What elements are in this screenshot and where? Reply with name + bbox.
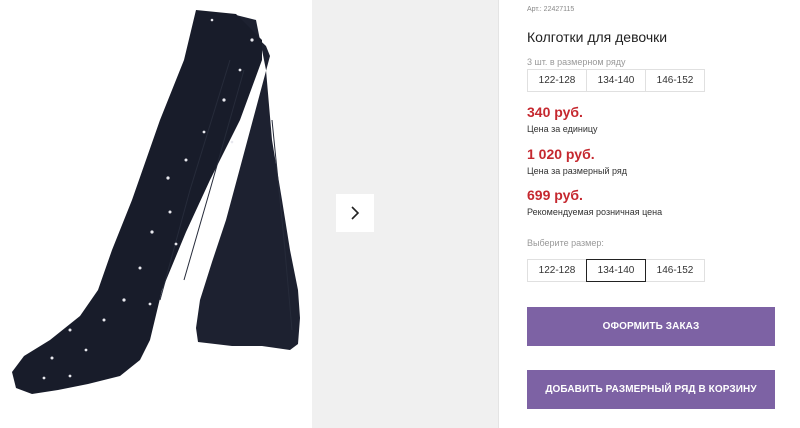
pack-size: 134-140 xyxy=(586,69,646,92)
product-image xyxy=(12,10,300,394)
product-title: Колготки для девочки xyxy=(527,29,668,45)
unit-price-label: Цена за единицу xyxy=(527,124,598,134)
size-select-label: Выберите размер: xyxy=(527,238,604,248)
add-pack-to-cart-button[interactable]: ДОБАВИТЬ РАЗМЕРНЫЙ РЯД В КОРЗИНУ xyxy=(527,370,775,409)
product-sku: Арт.: 22427115 xyxy=(527,6,575,13)
order-button[interactable]: ОФОРМИТЬ ЗАКАЗ xyxy=(527,307,775,346)
divider xyxy=(498,0,499,428)
size-option-146-152[interactable]: 146-152 xyxy=(645,259,705,282)
pack-size: 122-128 xyxy=(527,69,587,92)
product-gallery xyxy=(0,0,312,428)
pack-size: 146-152 xyxy=(645,69,705,92)
retail-price-label: Рекомендуемая розничная цена xyxy=(527,207,663,217)
size-option-122-128[interactable]: 122-128 xyxy=(527,259,587,282)
chevron-right-icon xyxy=(351,206,360,220)
pack-price: 1 020 руб. xyxy=(527,146,595,162)
pack-size-list: 122-128 134-140 146-152 xyxy=(527,69,705,92)
next-image-button[interactable] xyxy=(336,194,374,232)
pack-price-label: Цена за размерный ряд xyxy=(527,166,628,176)
size-selector: 122-128 134-140 146-152 xyxy=(527,259,705,282)
pack-label: 3 шт. в размерном ряду xyxy=(527,57,626,67)
size-option-134-140[interactable]: 134-140 xyxy=(586,259,646,282)
retail-price: 699 руб. xyxy=(527,187,583,203)
unit-price: 340 руб. xyxy=(527,104,583,120)
